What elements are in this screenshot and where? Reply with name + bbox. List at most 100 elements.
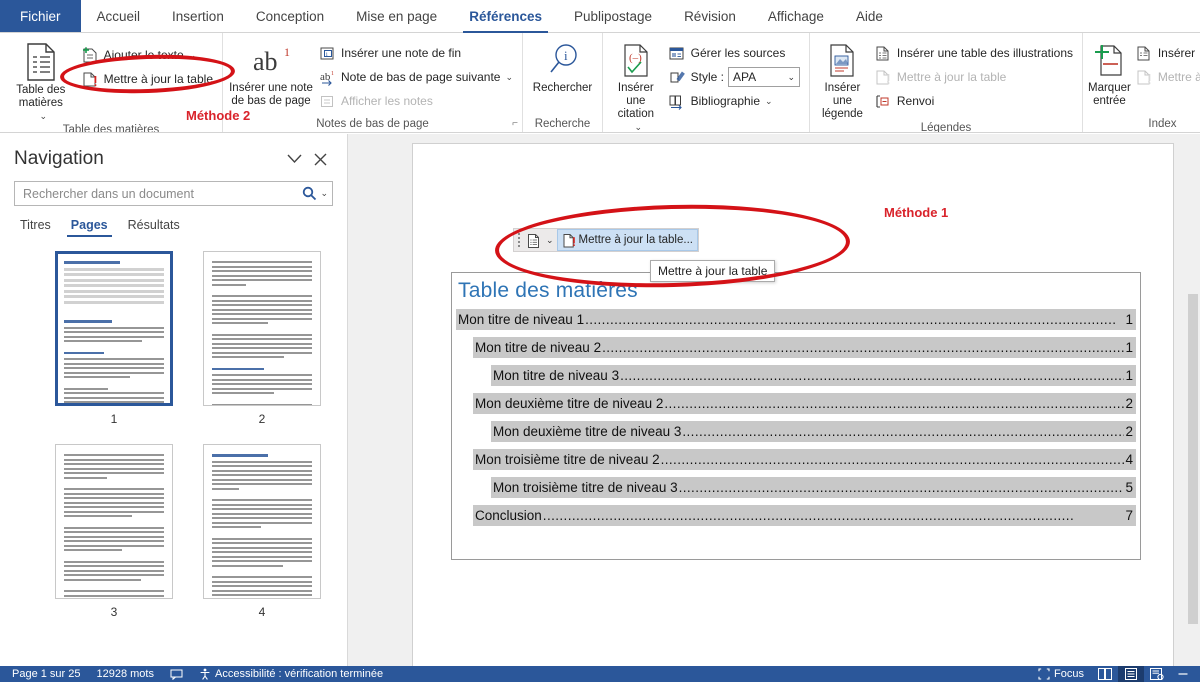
status-page[interactable]: Page 1 sur 25 xyxy=(4,668,89,680)
web-layout-button[interactable] xyxy=(1144,666,1170,682)
toc-entry[interactable]: Mon titre de niveau 3 ..................… xyxy=(491,365,1136,386)
tab-publipostage[interactable]: Publipostage xyxy=(558,0,668,33)
tab-affichage[interactable]: Affichage xyxy=(752,0,840,33)
chevron-down-icon[interactable]: ⌄ xyxy=(546,235,554,246)
status-words[interactable]: 12928 mots xyxy=(89,668,162,680)
page-thumbnail-4[interactable] xyxy=(203,444,321,599)
toc-entry-page: 2 xyxy=(1125,396,1133,411)
dialog-launcher-icon[interactable]: ⌐ xyxy=(512,117,518,131)
toc-entry-text: Mon deuxième titre de niveau 3 xyxy=(493,424,682,439)
toc-entry[interactable]: Mon troisième titre de niveau 2 ........… xyxy=(473,449,1136,470)
chevron-down-icon[interactable] xyxy=(281,146,307,172)
bibliographie-button[interactable]: Bibliographie ⌄ xyxy=(664,89,804,113)
document-area[interactable]: Table des matières Mon titre de niveau 1… xyxy=(348,134,1200,666)
tab-accueil[interactable]: Accueil xyxy=(81,0,157,33)
inserer-note-bas-de-page-button[interactable]: ab 1 Insérer une note de bas de page xyxy=(228,39,314,108)
toc-entry-page: 4 xyxy=(1125,452,1133,467)
thumbnail-item[interactable]: 2 xyxy=(188,251,336,426)
read-mode-button[interactable] xyxy=(1092,666,1118,682)
chevron-down-icon[interactable]: ⌄ xyxy=(505,72,513,83)
rechercher-button[interactable]: i Rechercher xyxy=(528,39,597,95)
toc-entry[interactable]: Mon deuxième titre de niveau 2 .........… xyxy=(473,393,1136,414)
print-layout-button[interactable] xyxy=(1118,666,1144,682)
toc-entry-text: Mon deuxième titre de niveau 2 xyxy=(475,396,664,411)
ribbon-group-recherche: i Rechercher Recherche xyxy=(522,33,602,132)
mini-update-table-button[interactable]: Mettre à jour la table... xyxy=(556,229,698,251)
ajouter-le-texte-button[interactable]: Ajouter le texte ⌄ xyxy=(77,43,217,67)
marquer-entree-button[interactable]: Marquer entrée xyxy=(1088,39,1131,108)
navtab-resultats[interactable]: Résultats xyxy=(118,212,190,237)
manage-sources-icon xyxy=(668,44,686,62)
toc-entry[interactable]: Mon troisième titre de niveau 3 ........… xyxy=(491,477,1136,498)
style-select[interactable]: APA ⌄ xyxy=(728,67,800,87)
tab-mise-en-page[interactable]: Mise en page xyxy=(340,0,453,33)
navtab-titres[interactable]: Titres xyxy=(10,212,61,237)
toc-entry[interactable]: Mon titre de niveau 2 ..................… xyxy=(473,337,1136,358)
chevron-down-icon[interactable]: ⌄ xyxy=(635,121,643,132)
toc-entry[interactable]: Conclusion .............................… xyxy=(473,505,1136,526)
inserer-table-illustrations-button[interactable]: Insérer une table des illustrations xyxy=(870,41,1077,65)
zoom-out-button[interactable] xyxy=(1170,666,1196,682)
thumbnail-item[interactable]: 1 xyxy=(40,251,188,426)
note-suivante-button[interactable]: ab 1 Note de bas de page suivante ⌄ xyxy=(314,65,517,89)
gerer-les-sources-label: Gérer les sources xyxy=(690,46,786,60)
close-icon[interactable] xyxy=(307,146,333,172)
proofing-icon[interactable] xyxy=(162,669,191,680)
tooltip: Mettre à jour la table xyxy=(650,260,776,282)
thumbnail-item[interactable]: 4 xyxy=(188,444,336,619)
document-page[interactable]: Table des matières Mon titre de niveau 1… xyxy=(413,144,1173,666)
thumbnail-number: 4 xyxy=(258,605,266,619)
mettre-a-jour-la-table-button[interactable]: Mettre à jour la table xyxy=(77,67,217,91)
minus-icon xyxy=(1178,673,1188,675)
inserer-note-de-fin-button[interactable]: i Insérer une note de fin xyxy=(314,41,517,65)
toc-leader-dots: ........................................… xyxy=(585,312,1117,327)
inserer-index-button[interactable]: Insérer xyxy=(1131,41,1200,65)
floating-mini-toolbar[interactable]: ⌄ Mettre à jour la table... xyxy=(513,228,699,252)
rechercher-label: Rechercher xyxy=(532,82,593,94)
toc-entry-text: Mon troisième titre de niveau 2 xyxy=(475,452,660,467)
toc-entry[interactable]: Mon deuxième titre de niveau 3 .........… xyxy=(491,421,1136,442)
page-thumbnail-1[interactable] xyxy=(55,251,173,406)
toc-doc-icon xyxy=(24,42,58,82)
toc-entry-page: 1 xyxy=(1125,368,1133,383)
toc-heading: Table des matières xyxy=(458,279,638,302)
chevron-down-icon[interactable]: ⌄ xyxy=(320,188,328,199)
toc-entry-page: 5 xyxy=(1125,480,1133,495)
vertical-scrollbar[interactable] xyxy=(1186,134,1200,666)
toolbar-grip-icon[interactable] xyxy=(514,233,523,247)
toc-entry[interactable]: Mon titre de niveau 1 ..................… xyxy=(456,309,1136,330)
status-accessibility[interactable]: Accessibilité : vérification terminée xyxy=(191,668,391,680)
tab-conception[interactable]: Conception xyxy=(240,0,340,33)
page-thumbnail-3[interactable] xyxy=(55,444,173,599)
chevron-down-icon[interactable]: ⌄ xyxy=(189,50,197,61)
mini-update-table-label: Mettre à jour la table... xyxy=(578,234,693,246)
table-des-matieres-button[interactable]: Table des matières ⌄ xyxy=(5,39,77,123)
table-des-matieres-label: Table des matières xyxy=(16,84,66,109)
navtab-pages[interactable]: Pages xyxy=(61,212,118,237)
chevron-down-icon[interactable]: ⌄ xyxy=(40,110,48,123)
status-bar: Page 1 sur 25 12928 mots Accessibilité :… xyxy=(0,666,1200,682)
thumbnail-item[interactable]: 3 xyxy=(40,444,188,619)
search-input[interactable]: Rechercher dans un document ⌄ xyxy=(14,181,333,206)
toc-options-button[interactable]: ⌄ xyxy=(523,229,557,251)
tab-insertion[interactable]: Insertion xyxy=(156,0,240,33)
search-icon: i xyxy=(545,42,581,80)
inserer-legende-button[interactable]: Insérer une légende xyxy=(815,39,870,121)
tab-references[interactable]: Références xyxy=(453,0,558,33)
tab-aide[interactable]: Aide xyxy=(840,0,899,33)
search-icon[interactable] xyxy=(302,186,317,201)
group-title-footnotes-text: Notes de bas de page xyxy=(316,118,429,130)
table-of-contents-field[interactable]: Table des matières Mon titre de niveau 1… xyxy=(451,272,1141,560)
focus-button[interactable]: Focus xyxy=(1030,668,1092,680)
tab-revision[interactable]: Révision xyxy=(668,0,752,33)
chevron-down-icon[interactable]: ⌄ xyxy=(765,96,773,107)
annotation-methode-1: Méthode 1 xyxy=(884,205,949,220)
page-thumbnail-2[interactable] xyxy=(203,251,321,406)
tab-fichier[interactable]: Fichier xyxy=(0,0,81,33)
scrollbar-thumb[interactable] xyxy=(1188,294,1198,624)
gerer-les-sources-button[interactable]: Gérer les sources xyxy=(664,41,804,65)
inserer-note-de-fin-label: Insérer une note de fin xyxy=(341,46,462,60)
renvoi-button[interactable]: Renvoi xyxy=(870,89,1077,113)
inserer-citation-button[interactable]: (–) Insérer une citation ⌄ xyxy=(608,39,664,132)
show-notes-icon xyxy=(318,92,336,110)
